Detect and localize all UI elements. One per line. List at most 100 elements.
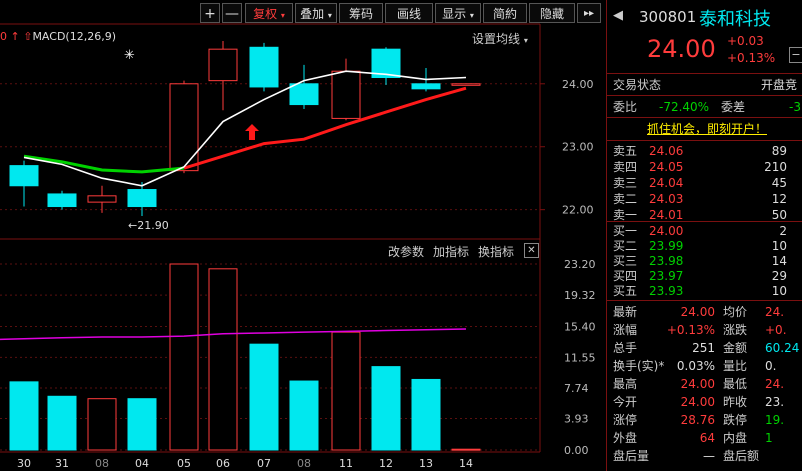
stat-value: 24.	[765, 305, 785, 319]
promo-banner[interactable]: 抓住机会，即刻开户！	[647, 120, 767, 137]
volume-tick-label: 23.20	[564, 258, 596, 271]
orderbook-row[interactable]: 买五 23.93 10	[607, 282, 802, 300]
zoom-out-button[interactable]: —	[222, 3, 242, 23]
status-row: 交易状态 开盘竞	[607, 76, 802, 94]
volume-bar	[9, 381, 39, 451]
low-price-label: ←21.90	[128, 219, 169, 232]
swap-indicator-button[interactable]: 换指标	[478, 243, 514, 260]
price-tick-label: 23.00	[562, 141, 594, 154]
date-label: 13	[419, 457, 433, 470]
volume-tick-label: 0.00	[564, 444, 589, 457]
stat-row: 换手(实)* 0.03% 量比 0.	[607, 357, 802, 375]
diejia-button[interactable]: 叠加 ▾	[295, 3, 337, 23]
candle-body	[208, 48, 238, 82]
stat-row: 涨幅 +0.13% 涨跌 +0.	[607, 321, 802, 339]
ratio-row: 委比 -72.40% 委差 -3	[607, 98, 802, 116]
stat-row: 最新 24.00 均价 24.	[607, 303, 802, 321]
date-label: 06	[216, 457, 230, 470]
stat-value: 19.	[765, 413, 785, 427]
last-price: 24.00	[647, 35, 716, 63]
stat-label: 跌停	[723, 413, 748, 427]
candle-body	[169, 83, 199, 172]
stat-label: 最低	[723, 377, 748, 391]
stat-label: 盘后量	[613, 449, 650, 463]
chevron-down-icon: ▾	[469, 11, 474, 20]
date-label: 04	[135, 457, 149, 470]
zoom-in-button[interactable]: +	[200, 3, 220, 23]
stat-label: 最高	[613, 377, 638, 391]
stat-value: 24.00	[680, 305, 715, 319]
stat-value: 251	[692, 341, 715, 355]
event-star-icon[interactable]: ✳	[124, 48, 135, 63]
status-value: 开盘竞	[761, 78, 798, 92]
price-change: +0.03	[727, 34, 764, 48]
huaxian-button[interactable]: 画线	[385, 3, 433, 23]
price-tick-label: 24.00	[562, 78, 594, 91]
level-qty: 10	[771, 284, 787, 298]
xianshi-label: 显示	[442, 7, 467, 21]
collapse-button[interactable]: −	[789, 47, 802, 63]
volume-bar	[451, 448, 481, 451]
volume-bar	[127, 398, 157, 451]
close-icon[interactable]: ✕	[524, 243, 539, 258]
quote-panel: ◀ 300801 泰和科技 24.00 +0.03 +0.13% − 交易状态 …	[606, 0, 802, 471]
stat-value: 23.	[765, 395, 785, 409]
diejia-label: 叠加	[300, 7, 325, 21]
add-indicator-button[interactable]: 加指标	[433, 243, 469, 260]
indicator-prefix: 0 ↑	[0, 30, 20, 43]
candle-body	[127, 189, 157, 208]
stat-label: 盘后额	[723, 449, 760, 463]
stat-value: 28.76	[680, 413, 715, 427]
stat-value: 60.24	[765, 341, 800, 355]
stat-value: 24.00	[680, 377, 715, 391]
stat-label: 换手(实)*	[613, 359, 665, 373]
volume-bar	[208, 268, 238, 451]
divider	[607, 300, 802, 301]
divider	[607, 140, 802, 141]
ma-settings-button[interactable]: 设置均线 ▾	[472, 30, 528, 47]
candle-body	[9, 165, 39, 187]
stat-row: 最高 24.00 最低 24.	[607, 375, 802, 393]
stat-label: 内盘	[723, 431, 748, 445]
chevron-down-icon: ▾	[280, 11, 285, 20]
volume-bar	[411, 378, 441, 451]
price-change-pct: +0.13%	[727, 51, 776, 65]
stat-value: 0.03%	[676, 359, 715, 373]
volume-tick-label: 11.55	[564, 351, 596, 364]
stat-label: 外盘	[613, 431, 638, 445]
kline-chart[interactable]: 24.00 23.00 22.00 23.20 19.32 15.40 11.55 7.74 3…	[0, 0, 606, 471]
candle-body	[331, 70, 361, 119]
indicator-title[interactable]: 0 ↑ ⇧MACD(12,26,9)	[0, 30, 116, 43]
volume-bar	[289, 380, 319, 451]
fuquan-button[interactable]: 复权 ▾	[245, 3, 293, 23]
stock-code: 300801	[639, 8, 697, 26]
weibi-label: 委比	[613, 100, 638, 114]
prev-stock-icon[interactable]: ◀	[613, 8, 623, 23]
stat-label: 涨幅	[613, 323, 638, 337]
chouma-button[interactable]: 筹码	[339, 3, 383, 23]
stat-label: 涨跌	[723, 323, 748, 337]
buy-signal-arrow-icon	[245, 124, 259, 140]
weicha-value: -3	[789, 100, 801, 114]
stat-label: 总手	[613, 341, 638, 355]
stat-label: 均价	[723, 305, 748, 319]
candle-body	[289, 83, 319, 106]
date-label: 14	[459, 457, 473, 470]
candle-body	[87, 195, 117, 203]
candle-body	[411, 83, 441, 90]
more-icon[interactable]: ▸▸	[577, 3, 601, 23]
weibi-value: -72.40%	[659, 100, 710, 114]
chart-area[interactable]: 24.00 23.00 22.00 23.20 19.32 15.40 11.55 7.74 3…	[0, 0, 606, 471]
ma-settings-label: 设置均线	[472, 32, 521, 46]
xianshi-button[interactable]: 显示 ▾	[435, 3, 481, 23]
date-label: 11	[339, 457, 353, 470]
volume-tick-label: 3.93	[564, 412, 589, 425]
stat-label: 今开	[613, 395, 638, 409]
stat-value: 24.00	[680, 395, 715, 409]
yincang-button[interactable]: 隐藏	[529, 3, 575, 23]
jianyue-button[interactable]: 简約	[483, 3, 527, 23]
volume-bar	[169, 263, 199, 451]
change-params-button[interactable]: 改参数	[388, 243, 424, 260]
volume-bar	[371, 366, 401, 451]
date-label: 31	[55, 457, 69, 470]
